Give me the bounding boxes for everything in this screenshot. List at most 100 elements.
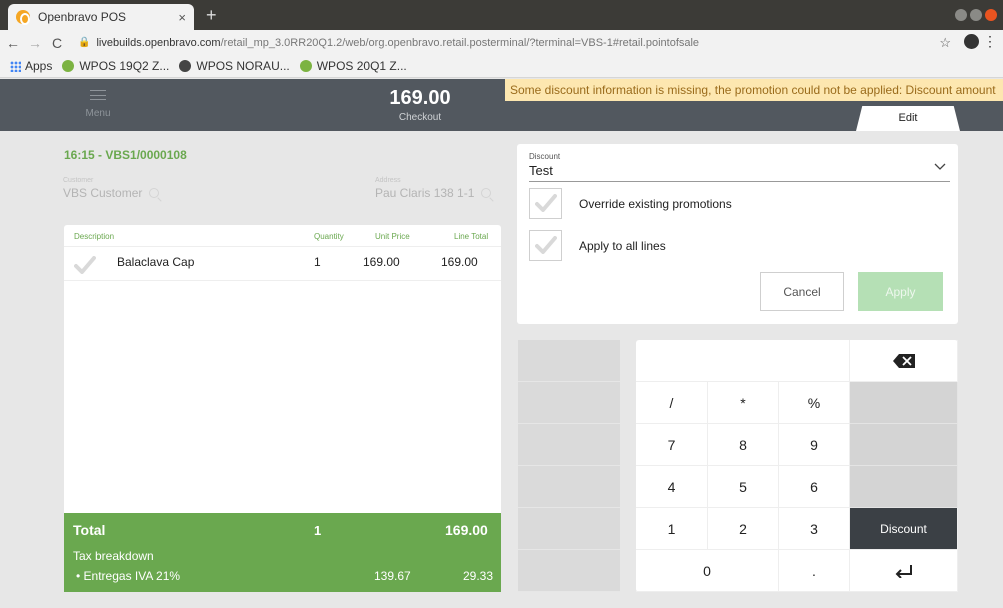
- search-icon[interactable]: [149, 188, 160, 198]
- key-percent[interactable]: %: [779, 382, 850, 424]
- bookmark-wpos-norau[interactable]: WPOS NORAU...: [179, 59, 290, 73]
- side-button[interactable]: [518, 508, 620, 550]
- key-6[interactable]: 6: [779, 466, 850, 508]
- key-1[interactable]: 1: [636, 508, 708, 550]
- warning-message: Some discount information is missing, th…: [505, 79, 1003, 101]
- col-unit-price: Unit Price: [375, 232, 410, 241]
- key-star[interactable]: *: [708, 382, 779, 424]
- backspace-icon: [892, 353, 915, 368]
- col-line-total: Line Total: [454, 232, 489, 241]
- bookmark-apps[interactable]: Apps: [10, 59, 52, 73]
- menu-label: Menu: [85, 108, 111, 119]
- address-label: Address: [375, 177, 401, 184]
- key-8[interactable]: 8: [708, 424, 779, 466]
- check-icon: [535, 194, 557, 212]
- side-key[interactable]: [850, 382, 958, 424]
- line-quantity: 1: [314, 255, 321, 269]
- forward-icon[interactable]: →: [26, 35, 44, 51]
- key-0[interactable]: 0: [636, 550, 779, 592]
- discount-key[interactable]: Discount: [850, 508, 958, 550]
- minimize-icon[interactable]: [955, 9, 967, 21]
- enter-icon: [895, 564, 912, 578]
- bookmark-star-icon[interactable]: ☆: [939, 35, 951, 51]
- browser-tab[interactable]: Openbravo POS ×: [8, 4, 194, 30]
- reload-icon[interactable]: C: [48, 35, 66, 51]
- override-promotions-label: Override existing promotions: [579, 197, 732, 211]
- tax-line-amount: 29.33: [463, 569, 494, 583]
- url-path: /retail_mp_3.0RR20Q1.2/web/org.openbravo…: [220, 36, 700, 49]
- check-icon: [535, 236, 557, 254]
- side-key[interactable]: [850, 424, 958, 466]
- select-underline: [529, 181, 950, 182]
- menu-button[interactable]: Menu: [62, 79, 134, 131]
- bookmark-wpos-20q1[interactable]: WPOS 20Q1 Z...: [299, 59, 407, 73]
- tab-close-icon[interactable]: ×: [178, 10, 186, 25]
- ticket-title: 16:15 - VBS1/0000108: [64, 148, 187, 162]
- total-panel: Total 1 169.00 Tax breakdown • Entregas …: [64, 513, 501, 592]
- bookmark-wpos-19q2[interactable]: WPOS 19Q2 Z...: [62, 59, 169, 73]
- check-icon[interactable]: [74, 256, 96, 274]
- line-description: Balaclava Cap: [117, 255, 195, 269]
- customer-label: Customer: [63, 177, 94, 184]
- line-unit-price: 169.00: [363, 255, 400, 269]
- side-button[interactable]: [518, 466, 620, 508]
- account-icon[interactable]: [964, 34, 979, 49]
- checkout-label: Checkout: [398, 112, 442, 123]
- tab-edit[interactable]: Edit: [856, 106, 960, 131]
- override-promotions-checkbox[interactable]: [529, 188, 562, 219]
- browser-menu-icon[interactable]: ⋮: [983, 33, 997, 50]
- bookmarks-bar: Apps WPOS 19Q2 Z... WPOS NORAU... WPOS 2…: [0, 55, 1003, 78]
- apps-grid-icon: [10, 60, 21, 72]
- window-controls: [955, 9, 997, 21]
- side-button[interactable]: [518, 550, 620, 592]
- total-amount: 169.00: [445, 522, 488, 538]
- apply-button[interactable]: Apply: [858, 272, 943, 311]
- backspace-button[interactable]: [850, 340, 958, 382]
- checkout-button[interactable]: 169.00 Checkout: [370, 79, 470, 131]
- apply-all-lines-label: Apply to all lines: [579, 239, 666, 253]
- discount-select-value[interactable]: Test: [529, 163, 553, 178]
- maximize-icon[interactable]: [970, 9, 982, 21]
- cancel-button[interactable]: Cancel: [760, 272, 844, 311]
- key-dot[interactable]: .: [779, 550, 850, 592]
- new-tab-button[interactable]: +: [206, 6, 217, 24]
- chevron-down-icon[interactable]: [934, 160, 946, 172]
- close-window-icon[interactable]: [985, 9, 997, 21]
- key-slash[interactable]: /: [636, 382, 708, 424]
- lock-icon[interactable]: 🔒: [78, 37, 90, 48]
- tab-title: Openbravo POS: [38, 10, 127, 24]
- key-7[interactable]: 7: [636, 424, 708, 466]
- tax-line-label: • Entregas IVA 21%: [76, 569, 181, 583]
- hamburger-icon: [90, 90, 106, 100]
- key-4[interactable]: 4: [636, 466, 708, 508]
- tax-breakdown-label: Tax breakdown: [73, 549, 154, 563]
- side-key[interactable]: [850, 466, 958, 508]
- key-2[interactable]: 2: [708, 508, 779, 550]
- search-icon[interactable]: [481, 188, 492, 198]
- customer-field[interactable]: Customer VBS Customer: [56, 172, 178, 210]
- browser-tabstrip: Openbravo POS × +: [0, 0, 1003, 30]
- side-button[interactable]: [518, 424, 620, 466]
- address-field[interactable]: Address Pau Claris 138 1-1: [368, 172, 500, 210]
- side-button-column: [518, 340, 620, 592]
- key-5[interactable]: 5: [708, 466, 779, 508]
- total-quantity: 1: [314, 523, 322, 538]
- bookmark-label: WPOS 19Q2 Z...: [79, 59, 170, 73]
- openbravo-icon: [299, 60, 312, 72]
- keypad-display: [636, 340, 850, 382]
- enter-button[interactable]: [850, 550, 958, 592]
- ticket-line[interactable]: Balaclava Cap 1 169.00 169.00: [64, 247, 501, 281]
- key-3[interactable]: 3: [779, 508, 850, 550]
- url-host: livebuilds.openbravo.com: [96, 36, 221, 49]
- side-button[interactable]: [518, 340, 620, 382]
- apply-all-lines-checkbox[interactable]: [529, 230, 562, 261]
- side-button[interactable]: [518, 382, 620, 424]
- back-icon[interactable]: ←: [4, 35, 22, 51]
- address-value: Pau Claris 138 1-1: [375, 186, 475, 200]
- discount-label: Discount: [529, 152, 561, 161]
- key-9[interactable]: 9: [779, 424, 850, 466]
- bookmark-label: WPOS NORAU...: [196, 59, 290, 73]
- url-field[interactable]: livebuilds.openbravo.com/retail_mp_3.0RR…: [96, 37, 699, 49]
- ticket-lines-panel: Description Quantity Unit Price Line Tot…: [64, 225, 501, 513]
- tax-line-base: 139.67: [374, 569, 411, 583]
